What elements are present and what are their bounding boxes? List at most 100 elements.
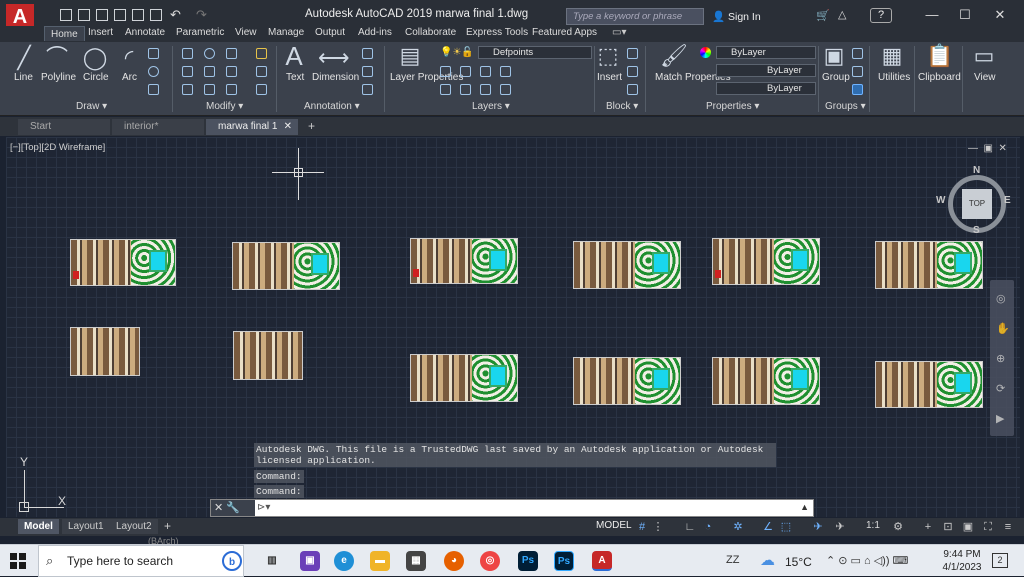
ungroup-icon[interactable] <box>852 48 863 59</box>
maximize-icon[interactable]: ☐ <box>953 5 977 25</box>
command-input[interactable] <box>275 501 795 514</box>
weather-temperature[interactable]: 15°C <box>785 555 812 569</box>
array-icon[interactable] <box>226 84 237 95</box>
clipboard-button[interactable]: Clipboard <box>918 72 961 83</box>
offset-icon[interactable] <box>256 84 267 95</box>
compass-north[interactable]: N <box>973 165 980 176</box>
scale-icon[interactable] <box>204 84 215 95</box>
utilities-button[interactable]: Utilities <box>878 72 910 83</box>
properties-panel-title[interactable]: Properties ▾ <box>706 101 759 112</box>
history-dropdown-icon[interactable]: ▲ <box>800 502 809 512</box>
floor-plan[interactable] <box>875 241 983 289</box>
annotation-panel-title[interactable]: Annotation ▾ <box>304 101 360 112</box>
plot-icon[interactable] <box>132 9 144 21</box>
cart-icon[interactable]: 🛒 <box>816 9 830 22</box>
mirror-icon[interactable] <box>204 66 215 77</box>
units-icon[interactable]: ⊡ <box>942 521 954 533</box>
minimize-icon[interactable]: — <box>920 5 944 25</box>
layer-tool-icon[interactable] <box>460 84 471 95</box>
calculator-icon[interactable]: ▦ <box>880 44 904 68</box>
floor-plan[interactable] <box>875 361 983 408</box>
table-icon[interactable] <box>362 84 373 95</box>
polyline-icon[interactable]: ⌒ <box>44 46 70 70</box>
move-icon[interactable] <box>182 48 193 59</box>
close-command-icon[interactable]: ✕ <box>214 502 223 514</box>
copy-icon[interactable] <box>182 66 193 77</box>
osnap-icon[interactable]: ✲ <box>732 521 744 533</box>
steering-wheel-icon[interactable]: ◎ <box>996 292 1006 305</box>
isolate-objects-icon[interactable]: ▣ <box>962 521 974 533</box>
grid-icon[interactable]: # <box>636 521 648 533</box>
chrome-icon[interactable]: ◎ <box>480 551 500 571</box>
circle-icon[interactable]: ◯ <box>82 46 108 70</box>
tab-output[interactable]: Output <box>315 27 345 38</box>
floor-plan[interactable] <box>70 327 140 376</box>
clipboard-icon[interactable]: 📋 <box>926 44 953 68</box>
edit-block-icon[interactable] <box>627 66 638 77</box>
layer-tool-icon[interactable] <box>460 66 471 77</box>
layer-tool-icon[interactable] <box>440 66 451 77</box>
print-icon[interactable] <box>150 9 162 21</box>
tab-add-ins[interactable]: Add-ins <box>358 27 392 38</box>
tab-collaborate[interactable]: Collaborate <box>405 27 456 38</box>
undo-icon[interactable]: ↶ <box>170 7 181 23</box>
layer-dropdown[interactable]: Defpoints <box>478 46 592 59</box>
floor-plan[interactable] <box>410 354 518 402</box>
save-icon[interactable] <box>96 9 108 21</box>
new-layout-icon[interactable]: + <box>164 519 171 533</box>
prompt-icon[interactable]: ⊳▾ <box>257 502 270 513</box>
block-panel-title[interactable]: Block ▾ <box>606 101 638 112</box>
view-button[interactable]: View <box>974 72 996 83</box>
windows-start-icon[interactable] <box>10 553 26 569</box>
pan-icon[interactable]: ✋ <box>996 322 1010 335</box>
layout-tab-model[interactable]: Model <box>18 519 59 534</box>
create-block-icon[interactable] <box>627 48 638 59</box>
line-icon[interactable]: ╱ <box>12 46 36 70</box>
navigation-bar[interactable]: ◎ ✋ ⊕ ⟳ ▶ <box>990 280 1014 436</box>
dimension-icon[interactable]: ⟷ <box>318 46 350 70</box>
arc-icon[interactable]: ◜ <box>116 46 142 70</box>
floor-plan[interactable] <box>712 357 820 405</box>
new-tab-icon[interactable]: + <box>308 119 315 133</box>
bing-icon[interactable]: b <box>222 551 242 571</box>
hatch-icon[interactable] <box>148 66 159 77</box>
group-edit-icon[interactable] <box>852 66 863 77</box>
system-tray-icons[interactable]: ⌃ ⊙ ▭ ⌂ ◁)) ⌨ <box>826 554 908 567</box>
help-button[interactable]: ? <box>870 8 892 23</box>
viewport-controls[interactable]: [−][Top][2D Wireframe] <box>10 142 105 153</box>
layout-tab-layout2[interactable]: Layout2 <box>110 519 158 534</box>
taskbar-search-input[interactable]: Type here to search <box>38 545 244 577</box>
auto-scale-icon[interactable]: ✈ <box>834 521 846 533</box>
group-button[interactable]: Group <box>822 72 850 83</box>
erase-icon[interactable] <box>256 48 267 59</box>
layer-tool-icon[interactable] <box>480 66 491 77</box>
viewcube-top-face[interactable]: TOP <box>962 189 992 219</box>
layer-tool-icon[interactable] <box>480 84 491 95</box>
close-tab-icon[interactable]: ✕ <box>284 119 292 135</box>
store-icon[interactable]: ▦ <box>406 551 426 571</box>
file-tab-start[interactable]: Start <box>18 119 110 135</box>
tab-annotate[interactable]: Annotate <box>125 27 165 38</box>
viewport-window-controls[interactable]: — ▣ ✕ <box>968 143 1007 154</box>
color-dropdown[interactable]: ByLayer <box>716 46 816 59</box>
group-icon[interactable]: ▣ <box>822 44 846 68</box>
viewcube[interactable]: TOP N S E W <box>936 165 1014 237</box>
zz-tray-icon[interactable]: ZZ <box>726 554 739 566</box>
snap-icon[interactable]: ⋮ <box>652 521 664 533</box>
edit-attributes-icon[interactable] <box>627 84 638 95</box>
firefox-icon[interactable]: ◕ <box>444 551 464 571</box>
clock[interactable]: 9:44 PM 4/1/2023 <box>942 548 982 574</box>
fillet-icon[interactable] <box>226 66 237 77</box>
edge-icon[interactable]: e <box>334 551 354 571</box>
orbit-icon[interactable]: ⟳ <box>996 382 1005 395</box>
search-input[interactable]: Type a keyword or phrase <box>566 8 704 25</box>
layers-panel-title[interactable]: Layers ▾ <box>472 101 510 112</box>
photoshop-icon[interactable]: Ps <box>518 551 538 571</box>
sign-in-button[interactable]: 👤 Sign In <box>712 10 761 23</box>
stretch-icon[interactable] <box>182 84 193 95</box>
annotation-scale-button[interactable]: 1:1 <box>866 520 880 531</box>
leader-icon[interactable] <box>362 66 373 77</box>
notification-icon[interactable]: 2 <box>992 553 1008 568</box>
polyline-button[interactable]: Polyline <box>41 72 76 83</box>
match-properties-icon[interactable]: 🖌 <box>660 44 688 68</box>
